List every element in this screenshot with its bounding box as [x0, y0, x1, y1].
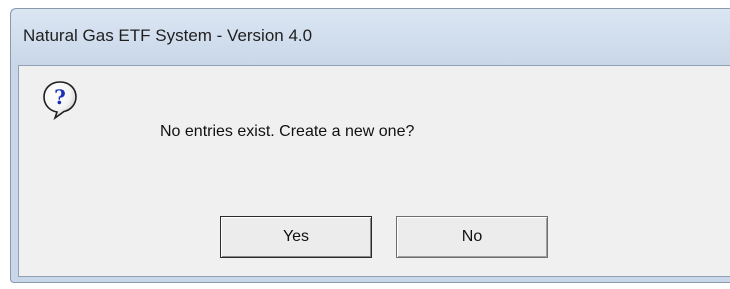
dialog-window: Natural Gas ETF System - Version 4.0 ? N…	[10, 8, 730, 283]
no-button[interactable]: No	[396, 216, 548, 258]
yes-button[interactable]: Yes	[220, 216, 372, 258]
svg-text:?: ?	[54, 85, 66, 109]
title-bar[interactable]: Natural Gas ETF System - Version 4.0	[11, 9, 730, 65]
question-icon: ?	[43, 81, 77, 120]
dialog-message: No entries exist. Create a new one?	[160, 123, 415, 140]
dialog-body: ? No entries exist. Create a new one? Ye…	[18, 65, 730, 277]
window-title: Natural Gas ETF System - Version 4.0	[23, 26, 313, 45]
